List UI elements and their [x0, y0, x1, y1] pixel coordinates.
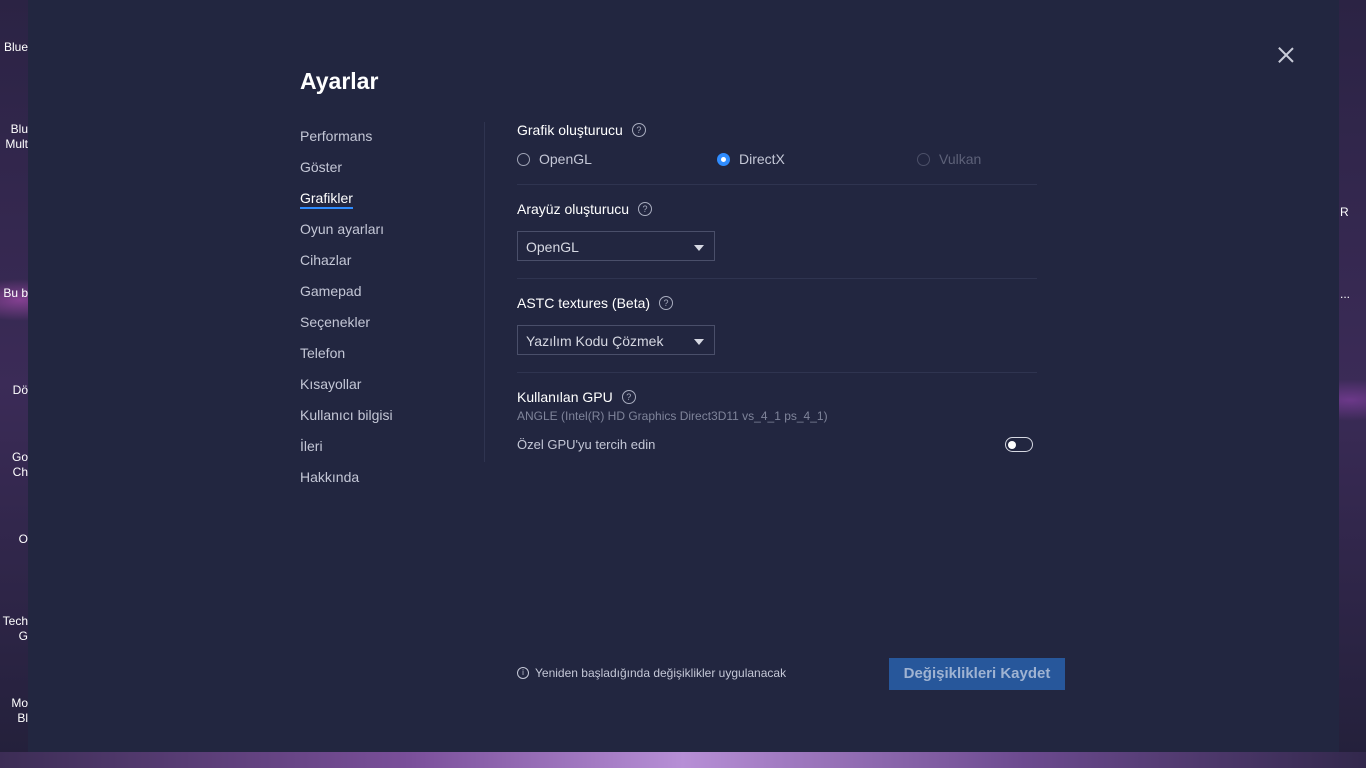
desktop-icon-label: Blu — [10, 122, 28, 136]
nav-item-label: Gamepad — [300, 283, 362, 299]
nav-item-label: Kullanıcı bilgisi — [300, 407, 393, 423]
nav-item-goster[interactable]: Göster — [300, 157, 393, 188]
desktop-icon-label: G — [18, 629, 28, 643]
desktop-icon-label: O — [18, 532, 28, 546]
radio-vulkan: Vulkan — [917, 151, 981, 167]
nav-item-performans[interactable]: Performans — [300, 126, 393, 157]
select-value: OpenGL — [526, 239, 579, 255]
desktop-icon-4[interactable]: Dö — [0, 383, 28, 398]
desktop-icon-label: Mo — [11, 696, 28, 710]
nav-item-label: Cihazlar — [300, 252, 352, 268]
desktop-icon-label: Dö — [12, 383, 28, 397]
nav-divider — [484, 122, 485, 462]
desktop-icon-1[interactable]: Blue — [0, 40, 28, 55]
radio-circle-icon — [517, 152, 530, 166]
page-title: Ayarlar — [300, 68, 379, 94]
nav-item-oyun-ayarlari[interactable]: Oyun ayarları — [300, 219, 393, 250]
select-value: Yazılım Kodu Çözmek — [526, 333, 664, 349]
desktop-icon-label: Bl — [17, 711, 28, 725]
caret-down-icon — [694, 245, 704, 251]
prefer-gpu-toggle[interactable] — [1005, 437, 1033, 452]
desktop-icon-5[interactable]: Go — [0, 450, 28, 465]
save-changes-button[interactable]: Değişiklikleri Kaydet — [889, 658, 1065, 690]
section-astc: ASTC textures (Beta) ? — [517, 295, 674, 311]
nav-item-cihazlar[interactable]: Cihazlar — [300, 250, 393, 281]
section-title: Kullanılan GPU — [517, 389, 613, 405]
desktop-icon-7[interactable]: Tech — [0, 614, 28, 629]
help-icon[interactable]: ? — [659, 296, 674, 310]
nav-item-gamepad[interactable]: Gamepad — [300, 281, 393, 312]
wallpaper-bottom-strip — [0, 752, 1366, 768]
nav-item-label: Grafikler — [300, 190, 353, 209]
prefer-gpu-label: Özel GPU'yu tercih edin — [517, 437, 656, 452]
help-icon[interactable]: ? — [621, 390, 636, 404]
nav-item-label: Göster — [300, 159, 343, 175]
desktop-icon-2b[interactable]: Mult — [0, 137, 28, 152]
section-graphics-renderer: Grafik oluşturucu ? — [517, 122, 646, 138]
desktop-icon-right-2[interactable]: ... — [1340, 287, 1366, 301]
radio-directx[interactable]: DirectX — [717, 151, 785, 167]
interface-renderer-select[interactable]: OpenGL — [517, 231, 715, 261]
radio-selected-icon — [717, 152, 730, 166]
gpu-name: ANGLE (Intel(R) HD Graphics Direct3D11 v… — [517, 409, 828, 423]
desktop-icon-8b[interactable]: Bl — [0, 711, 28, 726]
desktop-icon-6[interactable]: O — [0, 532, 28, 547]
radio-circle-icon — [917, 152, 930, 166]
help-icon[interactable]: ? — [631, 123, 646, 137]
nav-item-ileri[interactable]: İleri — [300, 436, 393, 467]
settings-dialog: Ayarlar Performans Göster Grafikler Oyun… — [28, 0, 1339, 752]
radio-label: DirectX — [739, 151, 785, 167]
desktop-icon-3[interactable]: Bu b — [0, 286, 28, 301]
section-title: Grafik oluşturucu — [517, 122, 623, 138]
radio-label: Vulkan — [939, 151, 982, 167]
section-title: Arayüz oluşturucu — [517, 201, 630, 217]
radio-label: OpenGL — [539, 151, 592, 167]
nav-item-label: Oyun ayarları — [300, 221, 385, 237]
desktop-icon-label: ... — [1340, 287, 1351, 301]
desktop-icon-5b[interactable]: Ch — [0, 465, 28, 480]
section-divider — [517, 184, 1037, 185]
restart-notice: i Yeniden başladığında değişiklikler uyg… — [517, 666, 786, 680]
nav-item-secenekler[interactable]: Seçenekler — [300, 312, 393, 343]
nav-item-telefon[interactable]: Telefon — [300, 343, 393, 374]
nav-item-label: Hakkında — [300, 469, 360, 485]
nav-item-hakkinda[interactable]: Hakkında — [300, 467, 393, 498]
section-interface-renderer: Arayüz oluşturucu ? — [517, 201, 653, 217]
nav-item-label: Performans — [300, 128, 373, 144]
toggle-knob — [1008, 440, 1016, 449]
desktop-icon-2[interactable]: Blu — [0, 122, 28, 137]
close-icon[interactable] — [1277, 46, 1295, 64]
renderer-radio-group: OpenGL DirectX Vulkan — [517, 151, 1037, 169]
desktop-icon-label: Go — [11, 450, 28, 464]
astc-select[interactable]: Yazılım Kodu Çözmek — [517, 325, 715, 355]
desktop-icon-label: R — [1340, 205, 1349, 219]
desktop-icon-label: Bu b — [3, 286, 28, 300]
desktop-icon-7b[interactable]: G — [0, 629, 28, 644]
desktop-icon-label: Blue — [3, 40, 28, 54]
info-icon: i — [517, 667, 529, 679]
section-gpu: Kullanılan GPU ? — [517, 389, 636, 405]
radio-opengl[interactable]: OpenGL — [517, 151, 592, 167]
nav-item-label: Kısayollar — [300, 376, 362, 392]
desktop-icon-label: Mult — [5, 137, 28, 151]
nav-item-label: Telefon — [300, 345, 346, 361]
caret-down-icon — [694, 339, 704, 345]
section-title: ASTC textures (Beta) — [517, 295, 651, 311]
restart-notice-text: Yeniden başladığında değişiklikler uygul… — [535, 666, 787, 680]
section-divider — [517, 372, 1037, 373]
nav-item-grafikler[interactable]: Grafikler — [300, 188, 393, 219]
desktop-icon-label: Ch — [12, 465, 28, 479]
desktop-icon-right-1[interactable]: R — [1340, 205, 1366, 219]
desktop-icon-label: Tech — [2, 614, 28, 628]
nav-item-kisayollar[interactable]: Kısayollar — [300, 374, 393, 405]
desktop-icon-8[interactable]: Mo — [0, 696, 28, 711]
nav-item-label: Seçenekler — [300, 314, 371, 330]
help-icon[interactable]: ? — [638, 202, 653, 216]
nav-item-kullanici-bilgisi[interactable]: Kullanıcı bilgisi — [300, 405, 393, 436]
nav-item-label: İleri — [300, 438, 323, 454]
settings-nav: Performans Göster Grafikler Oyun ayarlar… — [300, 126, 393, 498]
section-divider — [517, 278, 1037, 279]
